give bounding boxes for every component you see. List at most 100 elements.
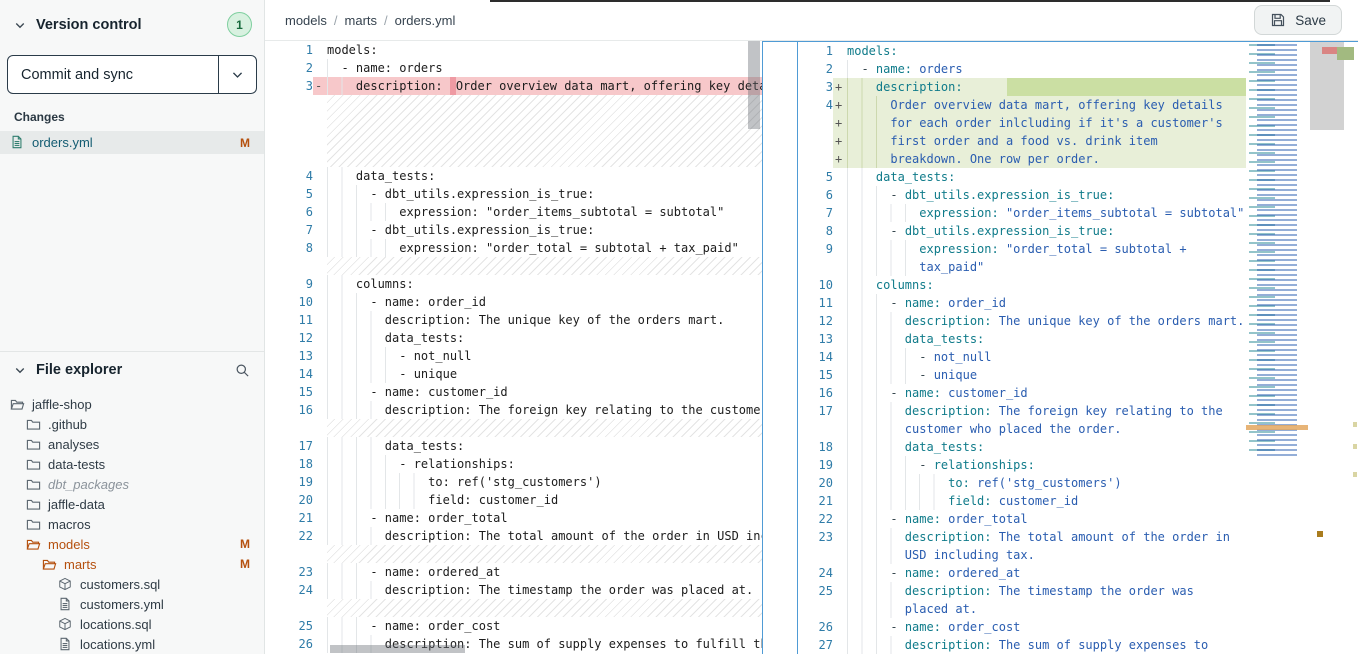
code-line[interactable]: 4+ Order overview data mart, offering ke… [798,96,1246,114]
commit-and-sync-button[interactable]: Commit and sync [7,55,257,94]
code-line[interactable]: 1models: [265,41,762,59]
code-line[interactable]: 26 - name: order_cost [798,618,1246,636]
code-line[interactable]: 3+ description: [798,78,1246,96]
code-line[interactable]: 21 field: customer_id [798,492,1246,510]
sidebar-item-dbt_packages[interactable]: dbt_packages [0,474,264,494]
code-line[interactable]: 19 - relationships: [798,456,1246,474]
code-line[interactable]: 6 - dbt_utils.expression_is_true: [798,186,1246,204]
code-line[interactable]: 10 columns: [798,276,1246,294]
code-line[interactable]: 12 data_tests: [265,329,762,347]
code-line[interactable]: 8 expression: "order_total = subtotal + … [265,239,762,257]
code-line[interactable]: 5 data_tests: [798,168,1246,186]
code-line[interactable]: 1models: [798,42,1246,60]
code-line[interactable]: 13 - not_null [265,347,762,365]
code-line[interactable]: 13 data_tests: [798,330,1246,348]
breadcrumb-marts[interactable]: marts [345,13,378,28]
code-line[interactable]: 7 expression: "order_items_subtotal = su… [798,204,1246,222]
code-line[interactable]: 2 - name: orders [265,59,762,77]
vertical-scrollbar[interactable] [748,41,760,129]
sidebar-item-data-tests[interactable]: data-tests [0,454,264,474]
code-line[interactable]: tax_paid" [798,258,1246,276]
search-icon[interactable] [235,363,250,378]
sidebar-item-.github[interactable]: .github [0,414,264,434]
code-line[interactable]: 20 field: customer_id [265,491,762,509]
line-number [798,600,833,618]
code-line[interactable]: 23 - name: ordered_at [265,563,762,581]
code-line[interactable]: 17 data_tests: [265,437,762,455]
code-line[interactable]: + for each order inlcluding if it's a cu… [798,114,1246,132]
sidebar-item-jaffle-shop[interactable]: jaffle-shop [0,394,264,414]
code-line[interactable]: 12 description: The unique key of the or… [798,312,1246,330]
sidebar-item-jaffle-data[interactable]: jaffle-data [0,494,264,514]
code-line[interactable]: 17 description: The foreign key relating… [798,402,1246,420]
code-line[interactable]: 7 - dbt_utils.expression_is_true: [265,221,762,239]
code-line[interactable]: 3- description: Order overview data mart… [265,77,762,95]
diff-pane-original[interactable]: 1models:2 - name: orders3- description: … [265,41,762,654]
code-line[interactable]: 25 description: The timestamp the order … [798,582,1246,600]
code-line[interactable]: 16 description: The foreign key relating… [265,401,762,419]
code-line[interactable]: 25 - name: order_cost [265,617,762,635]
sidebar-item-locations.sql[interactable]: locations.sql [0,614,264,634]
code-line[interactable]: 14 - unique [265,365,762,383]
line-number: 8 [798,222,833,240]
line-number: 5 [798,168,833,186]
change-item-orders.yml[interactable]: orders.ymlM [0,131,264,154]
code-line[interactable]: placed at. [798,600,1246,618]
sidebar-item-analyses[interactable]: analyses [0,434,264,454]
code-line[interactable]: + first order and a food vs. drink item [798,132,1246,150]
horizontal-scrollbar[interactable] [330,645,465,653]
commit-dropdown-caret[interactable] [218,56,256,93]
chevron-down-icon[interactable] [14,19,26,31]
tree-item-label: jaffle-data [48,497,105,512]
code-line[interactable]: 16 - name: customer_id [798,384,1246,402]
code-line[interactable]: 9 expression: "order_total = subtotal + [798,240,1246,258]
line-number: 1 [798,42,833,60]
code-line[interactable]: 14 - not_null [798,348,1246,366]
code-line[interactable]: 8 - dbt_utils.expression_is_true: [798,222,1246,240]
overview-ruler[interactable] [1310,42,1358,654]
code-line[interactable]: 6 expression: "order_items_subtotal = su… [265,203,762,221]
code-line[interactable]: 4 data_tests: [265,167,762,185]
code-line[interactable]: 22 - name: order_total [798,510,1246,528]
breadcrumb-models[interactable]: models [285,13,327,28]
code-line[interactable]: 15 - name: customer_id [265,383,762,401]
line-number: 17 [265,437,313,455]
sidebar-item-macros[interactable]: macros [0,514,264,534]
code-line[interactable]: 11 description: The unique key of the or… [265,311,762,329]
diff-pane-modified[interactable]: 1models:2 - name: orders3+ description:4… [797,41,1358,654]
sidebar-item-customers.yml[interactable]: customers.yml [0,594,264,614]
code-line[interactable]: 21 - name: order_total [265,509,762,527]
minimap[interactable] [1246,42,1310,654]
diff-marker [313,203,327,221]
code-line[interactable]: 24 description: The timestamp the order … [265,581,762,599]
code-line[interactable]: 20 to: ref('stg_customers') [798,474,1246,492]
code-line[interactable]: 22 description: The total amount of the … [265,527,762,545]
save-button[interactable]: Save [1254,5,1342,35]
code-line[interactable]: 27 description: The sum of supply expens… [798,636,1246,654]
code-line[interactable]: 2 - name: orders [798,60,1246,78]
sidebar-item-customers.sql[interactable]: customers.sql [0,574,264,594]
tree-item-label: jaffle-shop [32,397,92,412]
sidebar-item-marts[interactable]: martsM [0,554,264,574]
code-line[interactable]: 24 - name: ordered_at [798,564,1246,582]
sidebar-item-locations.yml[interactable]: locations.yml [0,634,264,654]
code-line[interactable]: 9 columns: [265,275,762,293]
file-explorer-header: File explorer [0,352,264,386]
code-line[interactable]: 10 - name: order_id [265,293,762,311]
code-line[interactable]: 23 description: The total amount of the … [798,528,1246,546]
code-line[interactable]: 18 data_tests: [798,438,1246,456]
line-number: 14 [265,365,313,383]
code-line[interactable]: 11 - name: order_id [798,294,1246,312]
code-line[interactable]: 19 to: ref('stg_customers') [265,473,762,491]
changes-count-badge: 1 [227,12,252,37]
code-line[interactable]: + breakdown. One row per order. [798,150,1246,168]
code-line[interactable]: 5 - dbt_utils.expression_is_true: [265,185,762,203]
code-line[interactable]: customer who placed the order. [798,420,1246,438]
sidebar-item-models[interactable]: modelsM [0,534,264,554]
code-line[interactable]: 18 - relationships: [265,455,762,473]
diff-alignment-filler [327,257,762,275]
code-line[interactable]: USD including tax. [798,546,1246,564]
code-line[interactable]: 15 - unique [798,366,1246,384]
breadcrumb-file[interactable]: orders.yml [395,13,456,28]
chevron-down-icon[interactable] [14,364,26,376]
